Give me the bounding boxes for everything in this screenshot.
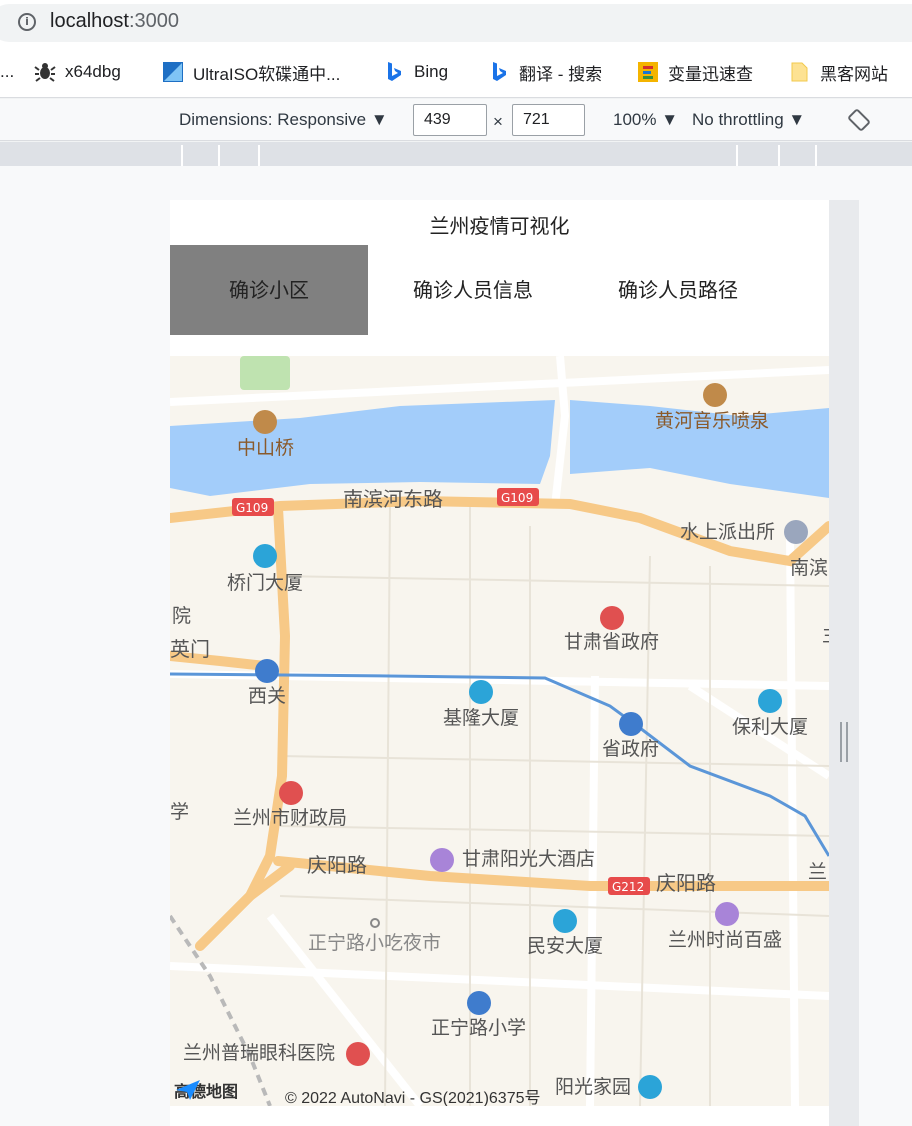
government-icon xyxy=(279,781,303,805)
bookmark-label: 翻译 - 搜索 xyxy=(519,64,603,84)
map-label: 兰 xyxy=(808,861,827,883)
map-label: 省政府 xyxy=(602,738,659,760)
map-label: 黄河音乐喷泉 xyxy=(655,410,769,432)
resize-handle[interactable] xyxy=(840,722,848,762)
bookmark-label: UltraISO软碟通中... xyxy=(193,64,341,84)
map-label: 南滨 xyxy=(790,557,828,579)
road-label: 庆阳路 xyxy=(656,871,716,895)
url-text[interactable]: localhost:3000 xyxy=(50,10,179,33)
map-label: 院 xyxy=(172,605,191,627)
caret-down-icon: ▼ xyxy=(370,110,388,129)
map-label: 英门 xyxy=(170,637,210,661)
bookmark-hacker[interactable]: 黑客网站 xyxy=(789,60,888,84)
road-shield: G109 xyxy=(236,501,268,515)
map-label: 正宁路小学 xyxy=(431,1017,526,1039)
media-query-ruler[interactable] xyxy=(0,142,912,166)
resize-rail[interactable] xyxy=(829,200,859,1126)
map-label: 兰州时尚百盛 xyxy=(668,929,782,951)
map-label: 保利大厦 xyxy=(732,716,808,738)
map-label: 甘肃省政府 xyxy=(564,631,659,653)
landmark-icon xyxy=(253,410,277,434)
school-icon xyxy=(467,991,491,1015)
times-sign: × xyxy=(493,112,503,131)
bookmark-overflow-label: ... xyxy=(0,62,15,81)
map-view[interactable]: 中山桥 黄河音乐喷泉 南滨河东路 G109 G109 水上派出所 南滨 桥门大厦… xyxy=(170,356,829,1106)
bookmark-label: 变量迅速查 xyxy=(668,64,753,84)
info-icon[interactable]: i xyxy=(18,13,36,31)
folder-icon xyxy=(789,61,811,83)
building-icon xyxy=(469,680,493,704)
police-icon xyxy=(784,520,808,544)
map-label: 桥门大厦 xyxy=(227,572,303,594)
dimensions-dropdown[interactable]: Dimensions: Responsive ▼ xyxy=(179,110,388,130)
tab-bar: 确诊小区 确诊人员信息 确诊人员路径 xyxy=(170,245,829,335)
shopping-icon xyxy=(715,902,739,926)
caret-down-icon: ▼ xyxy=(661,110,679,129)
metro-station-icon xyxy=(619,712,643,736)
height-input[interactable] xyxy=(512,104,585,136)
road-shield: G212 xyxy=(612,880,644,894)
building-icon xyxy=(758,689,782,713)
address-bar: i localhost:3000 xyxy=(0,0,912,46)
bookmark-translate[interactable]: 翻译 - 搜索 xyxy=(488,60,602,84)
map-label: 阳光家园 xyxy=(555,1076,631,1098)
app-root: 兰州疫情可视化 确诊小区 确诊人员信息 确诊人员路径 中山桥 黄河音乐喷泉 南滨… xyxy=(170,200,829,1126)
bookmark-ultraiso[interactable]: UltraISO软碟通中... xyxy=(162,60,340,84)
map-label: 西关 xyxy=(248,685,286,707)
hotel-icon xyxy=(430,848,454,872)
hospital-icon xyxy=(346,1042,370,1066)
map-label: 基隆大厦 xyxy=(443,707,519,729)
ultraiso-icon xyxy=(162,61,184,83)
map-label: 甘肃阳光大酒店 xyxy=(462,848,595,870)
bookmark-label: Bing xyxy=(414,62,449,81)
zoom-dropdown[interactable]: 100% ▼ xyxy=(613,110,678,130)
map-label: 兰州普瑞眼科医院 xyxy=(183,1042,335,1064)
map-copyright: © 2022 AutoNavi - GS(2021)6375号 xyxy=(285,1090,541,1106)
caret-down-icon: ▼ xyxy=(788,110,806,129)
bookmark-overflow[interactable]: ... xyxy=(0,60,14,84)
map-label: 中山桥 xyxy=(237,437,294,459)
map-label: 学 xyxy=(170,801,189,823)
device-toolbar: Dimensions: Responsive ▼ × 100% ▼ No thr… xyxy=(0,99,912,141)
map-label: 兰州市财政局 xyxy=(233,807,347,829)
bug-icon xyxy=(34,61,56,83)
map-label: 正宁路小吃夜市 xyxy=(308,932,441,954)
bookmark-bing[interactable]: Bing xyxy=(383,60,448,84)
amap-arrow-icon xyxy=(176,1080,200,1100)
url-host: localhost xyxy=(50,10,129,32)
codelf-icon xyxy=(637,61,659,83)
building-icon xyxy=(253,544,277,568)
tab-confirmed-communities[interactable]: 确诊小区 xyxy=(170,245,368,335)
page-title: 兰州疫情可视化 xyxy=(429,214,570,238)
tab-confirmed-paths[interactable]: 确诊人员路径 xyxy=(578,245,778,335)
bookmark-label: x64dbg xyxy=(65,62,121,81)
bookmark-label: 黑客网站 xyxy=(820,64,888,84)
zoom-label: 100% xyxy=(613,110,657,129)
amap-logo[interactable]: 高德地图 xyxy=(174,1078,238,1102)
government-icon xyxy=(600,606,624,630)
bing-icon xyxy=(383,61,405,83)
map-label: 主 xyxy=(822,624,829,646)
map-label: 民安大厦 xyxy=(527,935,603,957)
bookmark-x64dbg[interactable]: x64dbg xyxy=(34,60,121,84)
url-port: :3000 xyxy=(128,10,179,32)
bookmarks-bar: ... x64dbg UltraISO软碟通中... Bing 翻译 - 搜索 … xyxy=(0,46,912,98)
throttling-dropdown[interactable]: No throttling ▼ xyxy=(692,110,805,130)
road-label: 庆阳路 xyxy=(307,853,367,877)
building-icon xyxy=(638,1075,662,1099)
map-canvas[interactable]: 中山桥 黄河音乐喷泉 南滨河东路 G109 G109 水上派出所 南滨 桥门大厦… xyxy=(170,356,829,1106)
road-label: 南滨河东路 xyxy=(343,487,443,511)
throttling-label: No throttling xyxy=(692,110,784,129)
building-icon xyxy=(553,909,577,933)
rotate-icon[interactable] xyxy=(847,108,871,137)
tab-confirmed-persons[interactable]: 确诊人员信息 xyxy=(368,245,578,335)
width-input[interactable] xyxy=(413,104,487,136)
bookmark-codelf[interactable]: 变量迅速查 xyxy=(637,60,753,84)
map-label: 水上派出所 xyxy=(680,521,775,543)
metro-station-icon xyxy=(255,659,279,683)
road-shield: G109 xyxy=(501,491,533,505)
bing-icon xyxy=(488,61,510,83)
dimensions-label: Dimensions: Responsive xyxy=(179,110,367,129)
landmark-icon xyxy=(703,383,727,407)
